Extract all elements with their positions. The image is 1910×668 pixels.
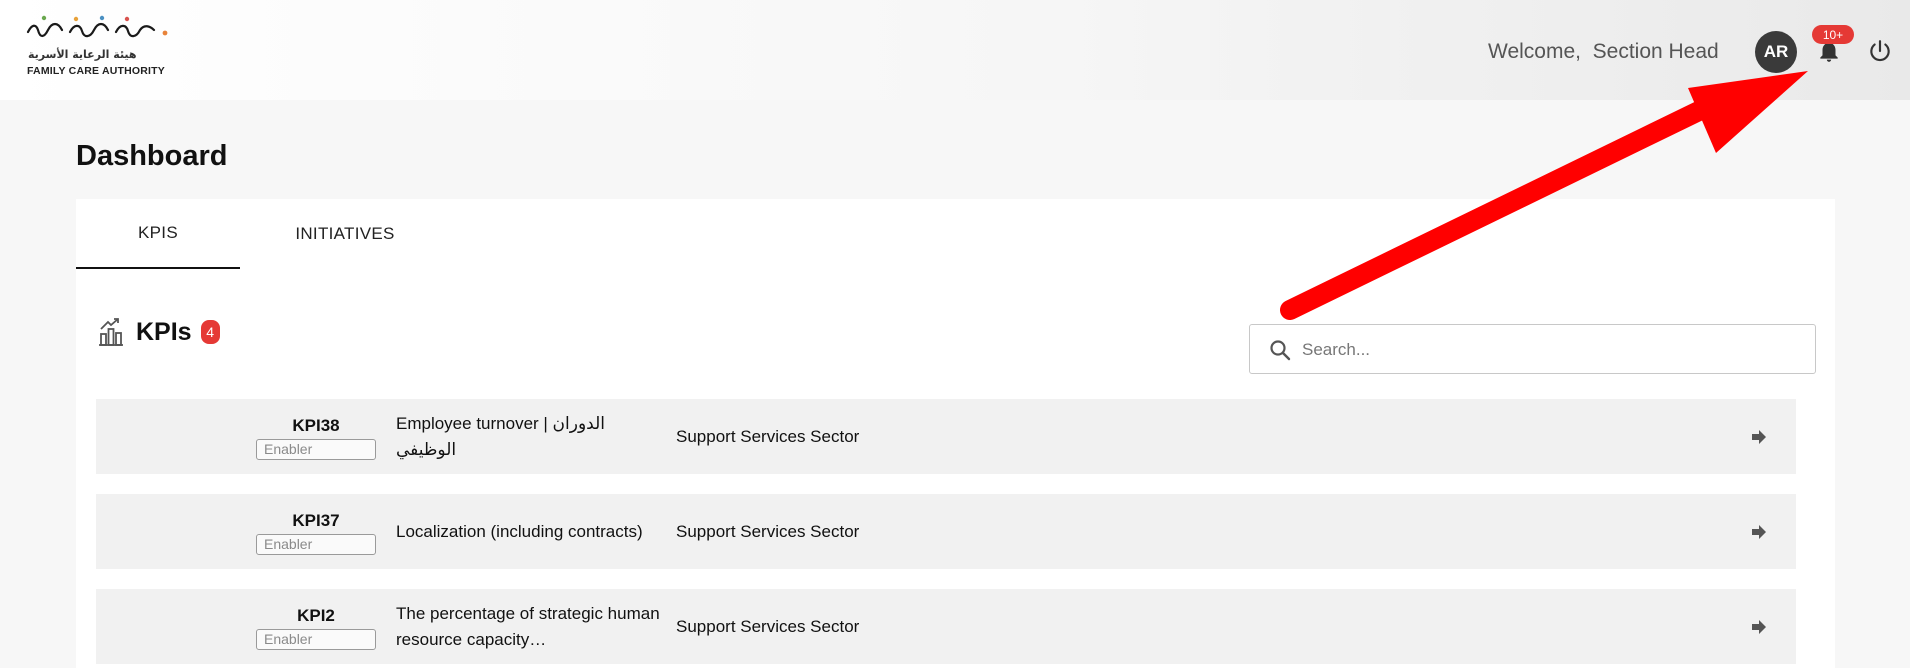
kpi-count-badge: 4 [200, 320, 220, 344]
tab-initiatives[interactable]: INITIATIVES [240, 199, 450, 269]
kpi-code: KPI2 [297, 606, 335, 625]
kpi-code: KPI38 [292, 416, 340, 435]
arrow-right-icon[interactable] [1750, 618, 1768, 636]
search-input[interactable] [1302, 335, 1802, 365]
top-header: هيئة الرعاية الأسرية FAMILY CARE AUTHORI… [0, 0, 1910, 100]
page-title: Dashboard [76, 140, 228, 172]
kpi-row[interactable]: KPI2 Enabler The percentage of strategic… [96, 589, 1796, 664]
kpi-name: Localization (including contracts) [396, 521, 643, 541]
kpi-name: Employee turnover | الدوران الوظيفي [396, 413, 605, 459]
arrow-right-icon[interactable] [1750, 523, 1768, 541]
kpi-chart-icon [99, 318, 123, 346]
arrow-right-icon[interactable] [1750, 428, 1768, 446]
kpi-name: The percentage of strategic human resour… [396, 603, 660, 649]
kpi-sector: Support Services Sector [676, 426, 860, 446]
logo-arabic-text: هيئة الرعاية الأسرية [28, 48, 137, 61]
welcome-message: Welcome, Section Head [1488, 40, 1719, 63]
kpi-code: KPI37 [292, 511, 340, 530]
kpi-section-header: KPIs 4 [96, 317, 220, 347]
kpi-sector: Support Services Sector [676, 521, 860, 541]
kpi-row[interactable]: KPI37 Enabler Localization (including co… [96, 494, 1796, 569]
notification-badge: 10+ [1812, 25, 1854, 44]
search-box[interactable] [1249, 324, 1816, 374]
user-avatar[interactable]: AR [1755, 31, 1797, 73]
power-icon[interactable] [1867, 38, 1893, 64]
kpi-section-title: KPIs [136, 317, 192, 346]
dashboard-card: KPIS INITIATIVES KPIs 4 KPI38 Enabler Em… [76, 199, 1835, 668]
kpi-sector: Support Services Sector [676, 616, 860, 636]
kpi-row[interactable]: KPI38 Enabler Employee turnover | الدورا… [96, 399, 1796, 474]
kpi-type-tag: Enabler [256, 629, 376, 650]
kpi-type-tag: Enabler [256, 534, 376, 555]
logo-english-text: FAMILY CARE AUTHORITY [27, 65, 165, 77]
kpi-type-tag: Enabler [256, 439, 376, 460]
tab-kpis[interactable]: KPIS [76, 199, 240, 269]
search-icon [1270, 340, 1291, 361]
